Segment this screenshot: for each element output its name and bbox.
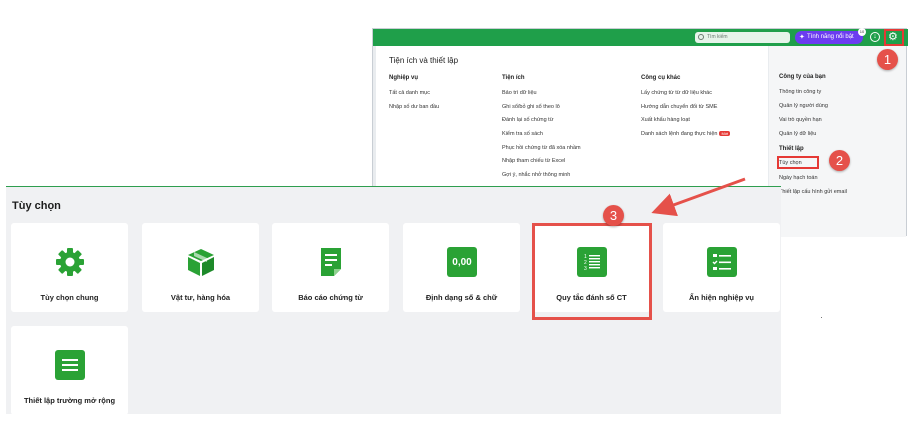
- annotation-arrow: [651, 177, 746, 217]
- callout-1: 1: [877, 49, 898, 70]
- callout-3: 3: [603, 205, 624, 226]
- callout-2: 2: [829, 150, 850, 171]
- screenshot-stage: Tìm kiếm ✦ Tính năng nổi bật 10 ↓ ⚙ Tiện…: [0, 0, 911, 442]
- stray-dot: [821, 317, 822, 318]
